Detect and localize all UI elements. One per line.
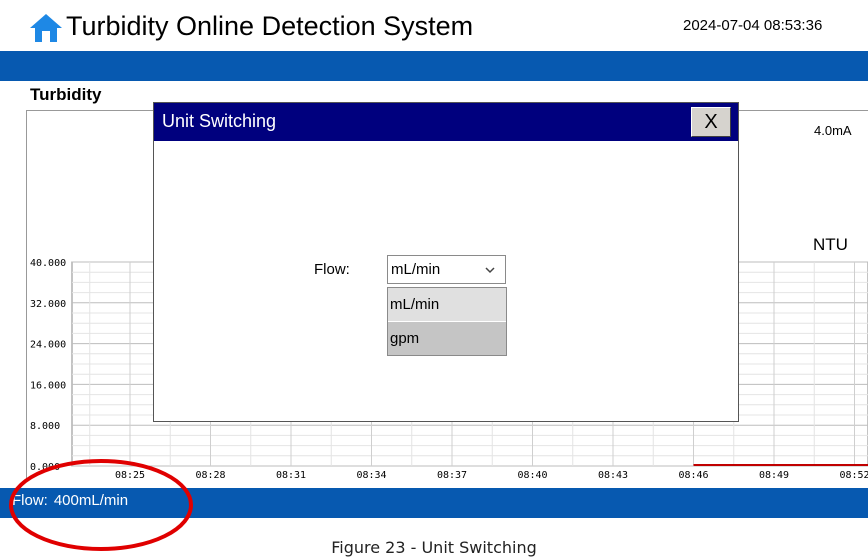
dialog-title: Unit Switching: [162, 111, 277, 131]
close-button[interactable]: X: [691, 107, 731, 137]
y-tick-label: 24.000: [30, 340, 66, 351]
flow-field-label: Flow:: [314, 261, 350, 278]
chevron-down-icon: [485, 267, 495, 274]
unit-switching-dialog: Unit Switching X Flow: mL/min mL/min gpm: [153, 102, 739, 422]
x-tick-label: 08:52: [839, 470, 868, 481]
x-tick-label: 08:43: [598, 470, 628, 481]
y-tick-label: 8.000: [30, 421, 60, 432]
dropdown-option-gpm[interactable]: gpm: [388, 322, 506, 355]
current-ma-value: 4.0mA: [814, 123, 852, 138]
x-tick-label: 08:40: [517, 470, 547, 481]
dialog-titlebar: Unit Switching X: [154, 103, 738, 141]
flow-unit-select[interactable]: mL/min: [387, 255, 506, 284]
dropdown-option-ml-min[interactable]: mL/min: [388, 288, 506, 321]
x-tick-label: 08:34: [356, 470, 386, 481]
flow-unit-dropdown-list: mL/min gpm: [387, 287, 507, 356]
unit-label: NTU: [813, 235, 848, 254]
y-tick-label: 32.000: [30, 299, 66, 310]
flow-unit-selected: mL/min: [391, 261, 441, 278]
x-tick-label: 08:49: [759, 470, 789, 481]
x-tick-label: 08:31: [276, 470, 306, 481]
figure-caption: Figure 23 - Unit Switching: [331, 538, 537, 557]
x-tick-label: 08:28: [195, 470, 225, 481]
y-tick-label: 16.000: [30, 380, 66, 391]
x-tick-label: 08:37: [437, 470, 467, 481]
x-tick-label: 08:46: [678, 470, 708, 481]
y-tick-label: 40.000: [30, 258, 66, 269]
